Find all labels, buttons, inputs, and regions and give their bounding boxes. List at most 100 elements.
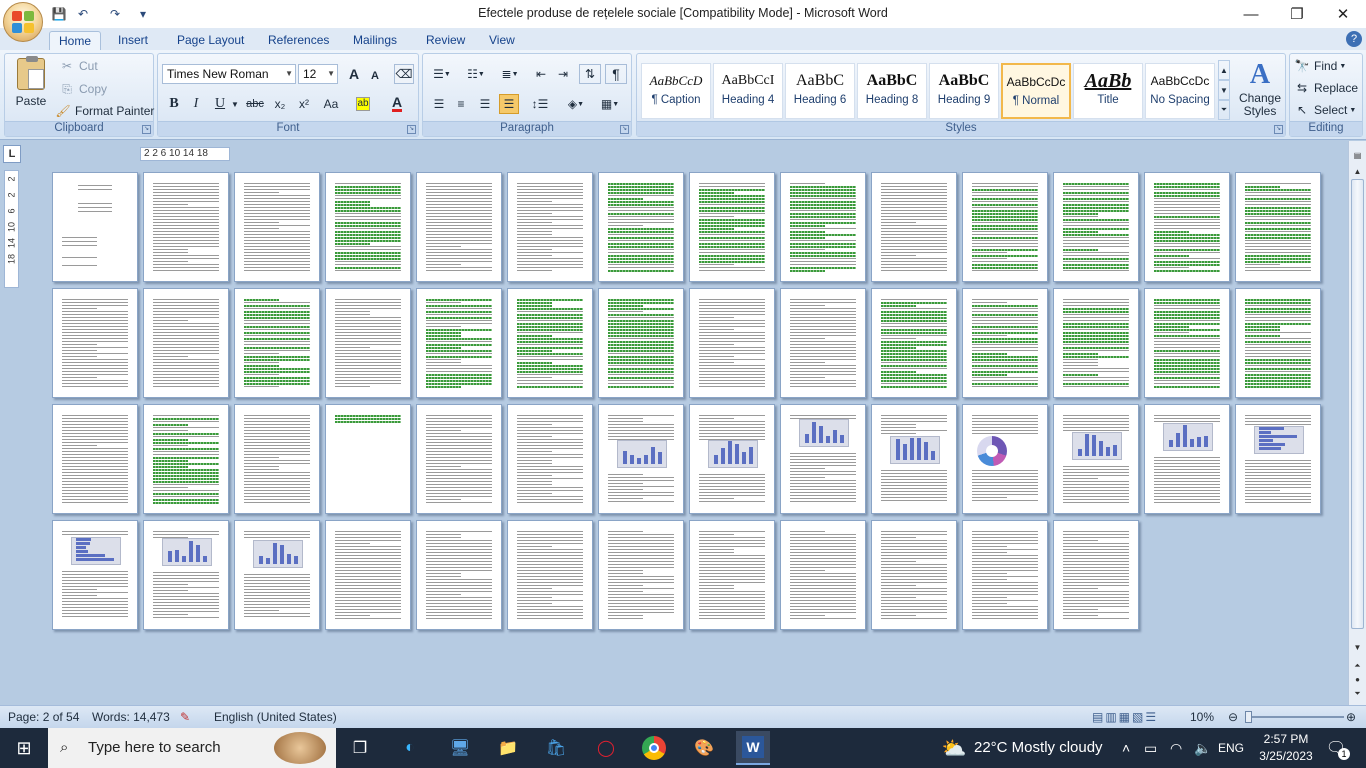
font-color-button[interactable]: A: [382, 94, 412, 114]
zoom-in-icon[interactable]: ⊕: [1346, 710, 1356, 724]
styles-more-icon[interactable]: ⏷: [1218, 100, 1230, 120]
zoom-out-icon[interactable]: ⊖: [1228, 710, 1238, 724]
change-styles-button[interactable]: A Change Styles: [1235, 58, 1285, 118]
page-thumbnail[interactable]: [325, 172, 411, 282]
format-painter-button[interactable]: 🖌 Format Painter: [55, 103, 154, 119]
page-thumbnail[interactable]: [689, 172, 775, 282]
page-thumbnail[interactable]: [598, 404, 684, 514]
tab-mailings[interactable]: Mailings: [344, 31, 406, 50]
page-thumbnail[interactable]: [780, 288, 866, 398]
page-thumbnail[interactable]: [507, 288, 593, 398]
page-thumbnail[interactable]: [143, 520, 229, 630]
scroll-up-icon[interactable]: ▲: [1351, 165, 1364, 179]
clear-formatting-icon[interactable]: ⌫: [394, 64, 414, 84]
align-left-button[interactable]: ☰: [429, 94, 449, 114]
page-thumbnail[interactable]: [962, 520, 1048, 630]
select-browse-object-icon[interactable]: ●: [1351, 673, 1364, 687]
page-thumbnail[interactable]: [416, 520, 502, 630]
style-heading-8[interactable]: AaBbC Heading 8: [857, 63, 927, 119]
page-thumbnail[interactable]: [689, 520, 775, 630]
style-heading-9[interactable]: AaBbC Heading 9: [929, 63, 999, 119]
page-thumbnail[interactable]: [871, 404, 957, 514]
page-thumbnail[interactable]: [143, 172, 229, 282]
tab-selector[interactable]: L: [3, 145, 21, 163]
zoom-slider-thumb[interactable]: [1245, 711, 1252, 723]
tab-insert[interactable]: Insert: [109, 31, 157, 50]
page-thumbnail[interactable]: [871, 172, 957, 282]
battery-icon[interactable]: ▭: [1144, 728, 1157, 768]
wifi-icon[interactable]: ◠: [1170, 728, 1182, 768]
styles-scroll-up-icon[interactable]: ▲: [1218, 60, 1230, 80]
page-thumbnail[interactable]: [1053, 172, 1139, 282]
task-view-icon[interactable]: ❐: [346, 734, 374, 762]
paint-icon[interactable]: 🎨: [690, 734, 718, 762]
page-thumbnail[interactable]: [507, 404, 593, 514]
increase-indent-button[interactable]: ⇥: [553, 64, 573, 84]
shrink-font-button[interactable]: A: [366, 66, 384, 86]
subscript-button[interactable]: x₂: [270, 94, 290, 114]
proofing-icon[interactable]: ✎: [180, 710, 190, 724]
tab-references[interactable]: References: [259, 31, 338, 50]
styles-launcher-icon[interactable]: ↘: [1274, 125, 1283, 134]
tab-page-layout[interactable]: Page Layout: [168, 31, 253, 50]
help-icon[interactable]: ?: [1346, 31, 1362, 47]
style-no-spacing[interactable]: AaBbCcDc No Spacing: [1145, 63, 1215, 119]
weather-icon[interactable]: ⛅: [940, 734, 968, 762]
page-thumbnail[interactable]: [234, 288, 320, 398]
page-thumbnail[interactable]: [507, 520, 593, 630]
page-thumbnail[interactable]: [143, 404, 229, 514]
page-thumbnail[interactable]: [416, 404, 502, 514]
page-thumbnail[interactable]: [234, 172, 320, 282]
italic-button[interactable]: I: [186, 94, 206, 114]
font-family-combo[interactable]: Times New Roman ▼: [162, 64, 296, 84]
page-thumbnail[interactable]: [1235, 172, 1321, 282]
file-explorer-icon[interactable]: 📁: [494, 734, 522, 762]
show-formatting-button[interactable]: ¶: [605, 64, 627, 84]
next-page-icon[interactable]: ⏷: [1351, 687, 1364, 701]
grow-font-button[interactable]: A: [344, 64, 364, 84]
page-thumbnail[interactable]: [780, 404, 866, 514]
page-thumbnail[interactable]: [1053, 404, 1139, 514]
close-button[interactable]: ✕: [1320, 0, 1366, 28]
font-size-combo[interactable]: 12 ▼: [298, 64, 338, 84]
page-thumbnail[interactable]: [962, 404, 1048, 514]
style-normal[interactable]: AaBbCcDc ¶ Normal: [1001, 63, 1071, 119]
edge-icon[interactable]: ◐: [396, 734, 424, 762]
vertical-scrollbar[interactable]: ▤ ▲ ▼ ⏶ ● ⏷: [1348, 141, 1366, 705]
cut-button[interactable]: ✂ Cut: [59, 58, 98, 74]
minimize-button[interactable]: —: [1228, 0, 1274, 28]
page-thumbnail[interactable]: [1144, 404, 1230, 514]
page-thumbnail[interactable]: [325, 404, 411, 514]
style-heading-6[interactable]: AaBbC Heading 6: [785, 63, 855, 119]
weather-text[interactable]: 22°C Mostly cloudy: [974, 728, 1103, 768]
scrollbar-thumb[interactable]: [1351, 179, 1364, 629]
pc-icon[interactable]: 🖥: [446, 734, 474, 762]
paragraph-launcher-icon[interactable]: ↘: [620, 125, 629, 134]
page-thumbnail[interactable]: [962, 172, 1048, 282]
superscript-button[interactable]: x²: [294, 94, 314, 114]
page-thumbnail[interactable]: [234, 404, 320, 514]
volume-icon[interactable]: 🔈: [1194, 728, 1211, 768]
page-thumbnail[interactable]: [325, 520, 411, 630]
bullets-button[interactable]: ☰ ▼: [427, 64, 457, 84]
view-buttons[interactable]: ▤▥▦▧☰: [1092, 710, 1158, 724]
tab-review[interactable]: Review: [417, 31, 474, 50]
page-thumbnail[interactable]: [52, 172, 138, 282]
office-button[interactable]: [3, 2, 43, 42]
page-thumbnail[interactable]: [689, 288, 775, 398]
styles-scroll-down-icon[interactable]: ▼: [1218, 80, 1230, 100]
font-launcher-icon[interactable]: ↘: [407, 125, 416, 134]
align-center-button[interactable]: ≡: [451, 94, 471, 114]
style-caption[interactable]: AaBbCcD ¶ Caption: [641, 63, 711, 119]
replace-button[interactable]: ⇆ Replace: [1294, 80, 1358, 96]
page-thumbnail[interactable]: [689, 404, 775, 514]
document-area[interactable]: [22, 165, 1348, 705]
sort-button[interactable]: ⇅: [579, 64, 601, 84]
copy-button[interactable]: ⎘ Copy: [59, 81, 107, 97]
borders-button[interactable]: ▦ ▼: [595, 94, 625, 114]
opera-icon[interactable]: ◯: [592, 734, 620, 762]
multilevel-list-button[interactable]: ≣ ▼: [495, 64, 525, 84]
select-button[interactable]: ↖ Select ▼: [1294, 102, 1356, 118]
style-title[interactable]: AaBb Title: [1073, 63, 1143, 119]
justify-button[interactable]: ☰: [499, 94, 519, 114]
